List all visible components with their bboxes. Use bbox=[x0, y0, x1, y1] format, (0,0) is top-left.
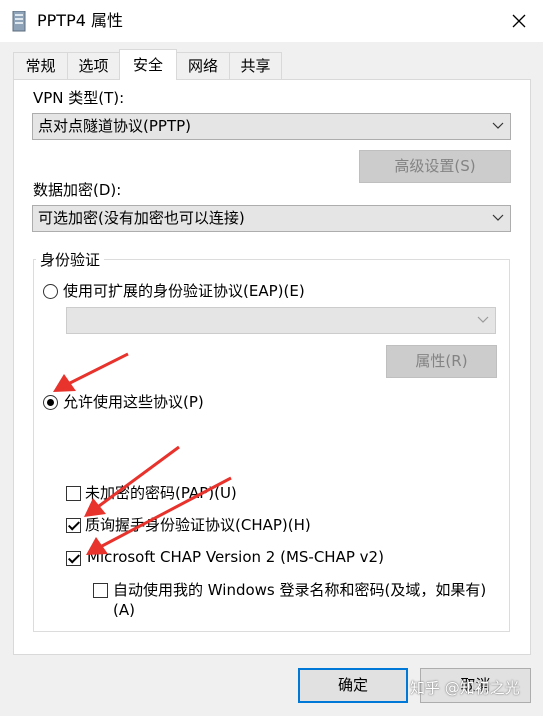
tab-general[interactable]: 常规 bbox=[13, 52, 68, 79]
eap-method-select[interactable] bbox=[66, 307, 496, 334]
authentication-group-title: 身份验证 bbox=[36, 250, 105, 270]
auto-windows-login-label[interactable]: 自动使用我的 Windows 登录名称和密码(及域，如果有) bbox=[113, 580, 486, 600]
eap-radio[interactable] bbox=[43, 284, 58, 299]
tab-security[interactable]: 安全 bbox=[119, 49, 177, 80]
chevron-down-icon bbox=[492, 122, 504, 129]
ok-button[interactable]: 确定 bbox=[298, 668, 408, 703]
chevron-down-icon bbox=[492, 214, 504, 221]
advanced-settings-button[interactable]: 高级设置(S) bbox=[359, 150, 511, 183]
chap-checkbox[interactable] bbox=[66, 518, 81, 533]
vpn-type-value: 点对点隧道协议(PPTP) bbox=[38, 117, 192, 135]
tab-networking[interactable]: 网络 bbox=[176, 52, 230, 79]
pap-checkbox-label[interactable]: 未加密的密码(PAP)(U) bbox=[85, 483, 237, 503]
chevron-down-icon bbox=[477, 316, 489, 323]
window-title: PPTP4 属性 bbox=[37, 11, 123, 30]
eap-radio-label[interactable]: 使用可扩展的身份验证协议(EAP)(E) bbox=[63, 281, 305, 301]
vpn-type-label: VPN 类型(T): bbox=[33, 89, 125, 107]
allow-protocols-radio-label[interactable]: 允许使用这些协议(P) bbox=[63, 392, 204, 412]
properties-button[interactable]: 属性(R) bbox=[386, 345, 497, 378]
encryption-label: 数据加密(D): bbox=[33, 181, 122, 199]
pap-checkbox[interactable] bbox=[66, 486, 81, 501]
tab-options[interactable]: 选项 bbox=[67, 52, 120, 79]
allow-protocols-radio[interactable] bbox=[43, 395, 58, 410]
close-button[interactable] bbox=[502, 6, 536, 36]
chap-checkbox-label[interactable]: 质询握手身份验证协议(CHAP)(H) bbox=[85, 515, 311, 535]
encryption-value: 可选加密(没有加密也可以连接) bbox=[38, 209, 245, 227]
watermark-text: 知乎 @知初之光 bbox=[410, 679, 520, 697]
mschapv2-checkbox-label[interactable]: Microsoft CHAP Version 2 (MS-CHAP v2) bbox=[87, 547, 384, 567]
close-icon bbox=[512, 14, 526, 28]
tab-sharing[interactable]: 共享 bbox=[229, 52, 282, 79]
network-connection-icon bbox=[12, 10, 26, 32]
mschapv2-checkbox[interactable] bbox=[66, 551, 81, 566]
vpn-type-select[interactable]: 点对点隧道协议(PPTP) bbox=[32, 113, 511, 140]
auto-windows-login-checkbox[interactable] bbox=[93, 583, 108, 598]
encryption-select[interactable]: 可选加密(没有加密也可以连接) bbox=[32, 205, 511, 232]
auto-windows-login-label-suffix[interactable]: (A) bbox=[113, 600, 135, 620]
